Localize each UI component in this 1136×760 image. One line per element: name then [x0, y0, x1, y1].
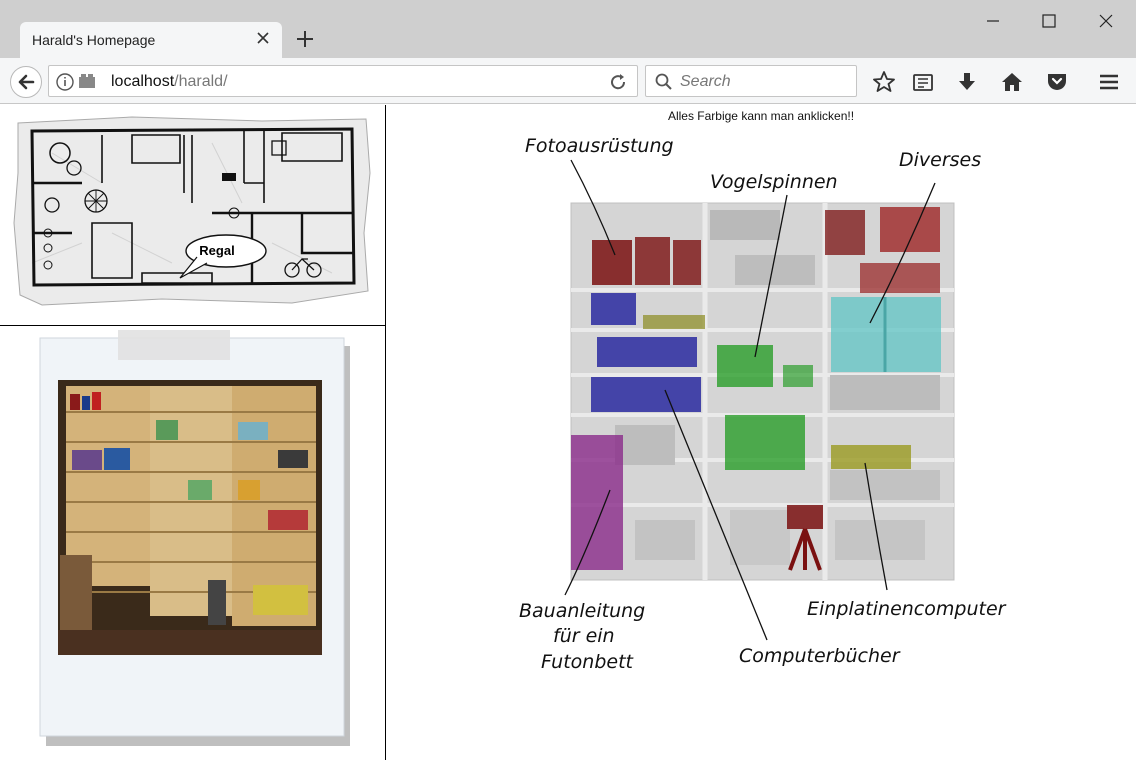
url-host: localhost	[111, 73, 175, 90]
region-diverses[interactable]	[831, 297, 941, 372]
tab-active[interactable]: Harald's Homepage	[20, 22, 282, 58]
label-einplatinencomputer[interactable]: Einplatinencomputer	[807, 598, 1007, 620]
search-box[interactable]: Search	[645, 65, 857, 97]
bookmark-star-icon[interactable]	[872, 70, 896, 94]
floorplan-image[interactable]	[12, 113, 372, 309]
region-bauanleitung[interactable]	[571, 435, 623, 570]
divider	[0, 325, 385, 326]
url-path: /harald/	[174, 73, 228, 90]
pocket-icon[interactable]	[1045, 70, 1069, 94]
shelf-photo	[39, 330, 350, 746]
minimize-icon[interactable]	[982, 10, 1004, 32]
label-bauanleitung-3[interactable]: Futonbett	[541, 651, 635, 673]
label-bauanleitung-1[interactable]: Bauanleitung	[519, 600, 645, 622]
back-button[interactable]	[10, 66, 42, 98]
close-window-icon[interactable]	[1095, 10, 1117, 32]
tab-bar: Harald's Homepage	[0, 0, 1136, 58]
page-icon	[79, 74, 95, 88]
download-icon[interactable]	[955, 70, 979, 94]
label-fotoausruestung[interactable]: Fotoausrüstung	[525, 135, 674, 157]
search-icon	[655, 73, 672, 90]
label-computerbuecher[interactable]: Computerbücher	[739, 645, 901, 667]
maximize-icon[interactable]	[1038, 10, 1060, 32]
close-tab-icon[interactable]	[254, 29, 272, 47]
reading-list-icon[interactable]	[911, 70, 935, 94]
menu-icon[interactable]	[1097, 70, 1121, 94]
label-vogelspinnen[interactable]: Vogelspinnen	[710, 171, 838, 193]
back-arrow-icon	[18, 74, 35, 90]
label-diverses[interactable]: Diverses	[899, 149, 981, 171]
url-bar[interactable]: localhost/harald/	[48, 65, 638, 97]
home-icon[interactable]	[1000, 70, 1024, 94]
divider	[385, 105, 386, 760]
region-einplatinencomputer[interactable]	[831, 445, 911, 469]
tab-title: Harald's Homepage	[32, 32, 156, 48]
search-placeholder: Search	[680, 73, 731, 90]
label-bauanleitung-2[interactable]: für ein	[553, 625, 615, 647]
url-text[interactable]: localhost/harald/	[111, 73, 228, 91]
shelf-image-map: Fotoausrüstung Vogelspinnen Diverses Bau…	[519, 135, 1007, 673]
info-icon[interactable]	[55, 72, 75, 92]
nav-bar: localhost/harald/ Search	[0, 58, 1136, 104]
reload-icon[interactable]	[607, 71, 629, 93]
instruction-text: Alles Farbige kann man anklicken!!	[667, 109, 855, 123]
page-content: Regal Alles Farbige kann man anklicken!!	[0, 105, 1136, 760]
floorplan-bubble-label: Regal	[199, 243, 235, 258]
new-tab-icon[interactable]	[294, 28, 316, 50]
